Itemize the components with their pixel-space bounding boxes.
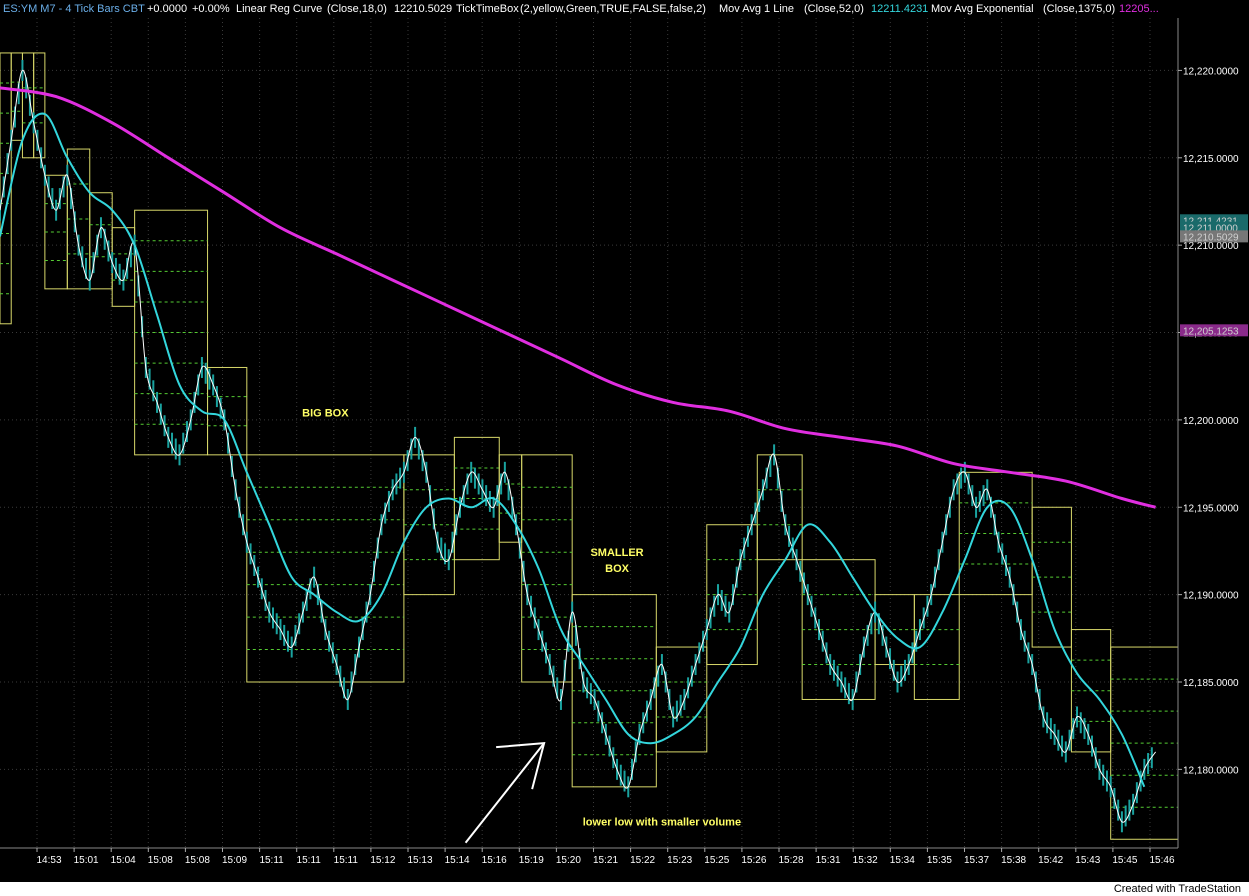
x-tick-label: 15:38 — [1001, 855, 1026, 866]
study1-value: 12210.5029 — [394, 3, 453, 15]
x-tick-label: 15:20 — [556, 855, 581, 866]
annotation-text: BIG BOX — [302, 407, 349, 419]
x-tick-label: 15:11 — [259, 855, 284, 866]
y-tick-label: 12,180.0000 — [1183, 765, 1239, 776]
tick-time-box — [1110, 646, 1179, 840]
x-tick-label: 15:34 — [890, 855, 915, 866]
symbol-label: ES:YM M7 - 4 Tick Bars CBT — [3, 3, 145, 15]
x-tick-label: 15:11 — [297, 855, 322, 866]
price-chart[interactable]: BIG BOX SMALLER BOX lower low with smaller … — [0, 0, 1249, 896]
annotation-text: SMALLER — [590, 547, 643, 559]
tick-time-box — [33, 52, 46, 159]
study3-params: (Close,52,0) — [804, 3, 864, 15]
y-tick-label: 12,190.0000 — [1183, 591, 1239, 602]
x-tick-label: 15:26 — [741, 855, 766, 866]
x-tick-label: 15:32 — [853, 855, 878, 866]
exponential-average-line — [0, 86, 1156, 509]
x-tick-label: 15:35 — [927, 855, 952, 866]
price-line — [0, 69, 1157, 823]
tick-time-box — [246, 454, 405, 683]
change-percent: +0.00% — [192, 3, 230, 15]
study2-params: (2,yellow,Green,TRUE,FALSE,false,2) — [520, 3, 706, 15]
x-tick-label: 15:31 — [816, 855, 841, 866]
y-tick-label: 12,195.0000 — [1183, 503, 1239, 514]
x-tick-label: 15:09 — [222, 855, 247, 866]
x-tick-label: 15:14 — [445, 855, 470, 866]
x-tick-label: 15:45 — [1112, 855, 1137, 866]
x-tick-label: 15:01 — [74, 855, 99, 866]
x-tick-label: 15:28 — [778, 855, 803, 866]
annotation-arrow-head — [496, 742, 546, 790]
x-tick-label: 15:21 — [593, 855, 618, 866]
chart-header: ES:YM M7 - 4 Tick Bars CBT +0.0000 +0.00… — [0, 0, 1180, 18]
price-tag-label: 12,205.1253 — [1183, 326, 1239, 337]
x-tick-label: 15:04 — [111, 855, 136, 866]
study4-name[interactable]: Mov Avg Exponential — [931, 3, 1034, 15]
study3-name[interactable]: Mov Avg 1 Line — [719, 3, 794, 15]
x-tick-label: 15:08 — [185, 855, 210, 866]
study4-value: 12205... — [1119, 3, 1159, 15]
annotation-text: lower low with smaller volume — [583, 816, 741, 828]
annotation-text: BOX — [605, 563, 630, 575]
x-tick-label: 15:23 — [667, 855, 692, 866]
study4-params: (Close,1375,0) — [1043, 3, 1116, 15]
x-tick-label: 15:12 — [370, 855, 395, 866]
x-tick-label: 15:25 — [704, 855, 729, 866]
study3-value: 12211.4231 — [871, 3, 929, 15]
y-tick-label: 12,215.0000 — [1183, 154, 1239, 165]
tick-time-box — [21, 52, 35, 159]
study1-params: (Close,18,0) — [327, 3, 387, 15]
x-tick-label: 15:08 — [148, 855, 173, 866]
annotation-arrow-shaft — [464, 742, 545, 844]
x-tick-label: 15:22 — [630, 855, 655, 866]
y-tick-label: 12,200.0000 — [1183, 416, 1239, 427]
y-tick-label: 12,185.0000 — [1183, 678, 1239, 689]
footer-band — [0, 882, 1249, 896]
x-tick-label: 15:13 — [407, 855, 432, 866]
chart-window: BIG BOX SMALLER BOX lower low with smaller … — [0, 0, 1249, 896]
study2-name[interactable]: TickTimeBox — [456, 3, 519, 15]
x-tick-label: 14:53 — [36, 855, 61, 866]
footer-credit: Created with TradeStation — [1113, 883, 1241, 895]
grid-lines — [0, 18, 1178, 848]
x-tick-label: 15:42 — [1038, 855, 1063, 866]
series-lines — [0, 69, 1157, 823]
x-tick-label: 15:11 — [334, 855, 359, 866]
x-tick-label: 15:16 — [482, 855, 507, 866]
x-tick-label: 15:19 — [519, 855, 544, 866]
change-value: +0.0000 — [147, 3, 188, 15]
x-tick-label: 15:37 — [964, 855, 989, 866]
x-tick-label: 15:43 — [1075, 855, 1100, 866]
x-tick-label: 15:46 — [1149, 855, 1174, 866]
y-tick-label: 12,220.0000 — [1183, 66, 1239, 77]
price-tag-label: 12,210.5029 — [1183, 232, 1239, 243]
tick-bars — [0, 59, 1153, 833]
study1-name[interactable]: Linear Reg Curve — [236, 3, 322, 15]
